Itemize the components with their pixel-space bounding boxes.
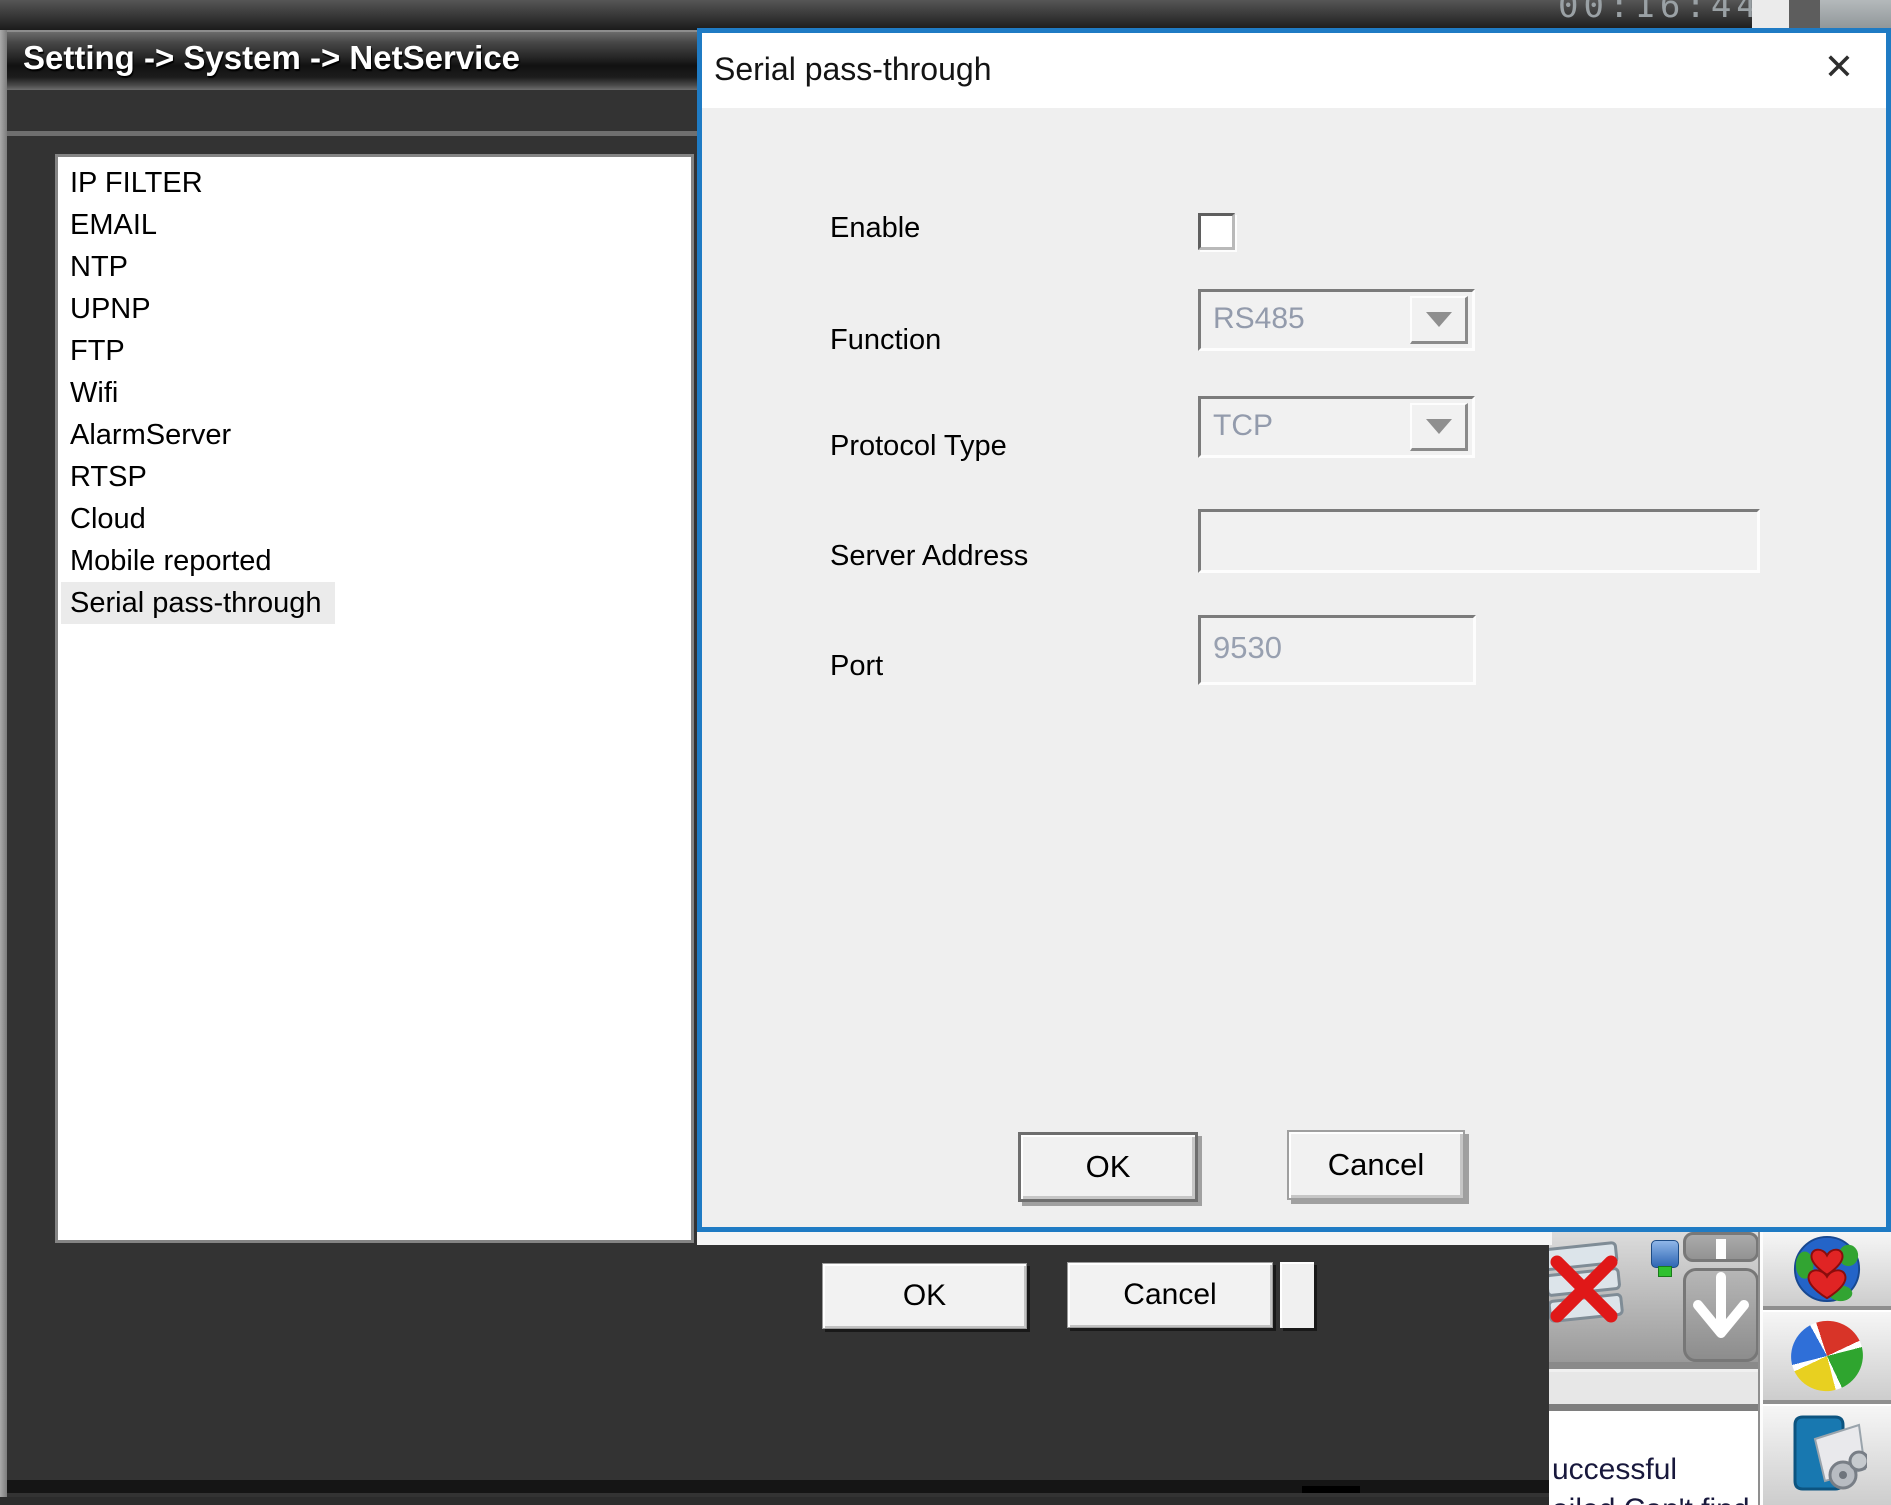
screen: 00:16:44 (0, 0, 1891, 1505)
window-ok-button[interactable]: OK (822, 1263, 1027, 1329)
serial-pass-through-dialog: Serial pass-through ✕ Enable Function RS… (697, 28, 1891, 1232)
dialog-cancel-button[interactable]: Cancel (1287, 1130, 1465, 1200)
protocol-type-label: Protocol Type (830, 430, 1007, 466)
server-address-label: Server Address (830, 540, 1028, 576)
settings-window-title: Setting -> System -> NetService (23, 39, 520, 77)
netservice-items: IP FILTER EMAIL NTP UPNP FTP Wifi AlarmS… (61, 162, 335, 624)
scroll-up-button[interactable] (1683, 1232, 1758, 1262)
list-item-email[interactable]: EMAIL (61, 204, 171, 246)
top-patch-dark (1789, 0, 1820, 30)
top-bar: 00:16:44 (0, 0, 1891, 30)
top-patch-light (1820, 0, 1891, 30)
device-list-error-icon (1549, 1236, 1629, 1328)
dialog-ok-button[interactable]: OK (1018, 1132, 1198, 1202)
list-item-mobile-reported[interactable]: Mobile reported (61, 540, 286, 582)
dialog-body: Enable Function RS485 Protocol Type TCP … (702, 108, 1886, 1227)
list-item-rtsp[interactable]: RTSP (61, 456, 161, 498)
protocol-type-value: TCP (1213, 409, 1273, 443)
app-icon-sidebar (1763, 1232, 1891, 1505)
protocol-dropdown-button[interactable] (1410, 403, 1468, 451)
function-dropdown-button[interactable] (1410, 296, 1468, 344)
toolbar-bottom-bevel (1549, 1362, 1758, 1372)
list-item-wifi[interactable]: Wifi (61, 372, 132, 414)
window-frame-line (7, 131, 697, 136)
protocol-type-select[interactable]: TCP (1198, 396, 1475, 458)
chevron-down-icon (1426, 312, 1452, 327)
dialog-titlebar[interactable]: Serial pass-through ✕ (702, 33, 1886, 108)
port-value: 9530 (1213, 630, 1282, 666)
server-address-input[interactable] (1198, 509, 1760, 573)
status-line-failed: ailed Can't find (1552, 1493, 1750, 1505)
list-item-cloud[interactable]: Cloud (61, 498, 160, 540)
window-cancel-button[interactable]: Cancel (1067, 1262, 1273, 1328)
statistics-icon-button[interactable] (1763, 1312, 1891, 1400)
enable-label: Enable (830, 212, 920, 248)
hearts-globe-icon (1792, 1234, 1862, 1304)
background-toolbar (1549, 1232, 1758, 1362)
dialog-bottom-edge (697, 1232, 1552, 1245)
partial-button-fragment[interactable] (1280, 1262, 1314, 1328)
port-label: Port (830, 650, 883, 686)
chevron-down-icon (1426, 419, 1452, 434)
function-select[interactable]: RS485 (1198, 289, 1475, 351)
list-item-upnp[interactable]: UPNP (61, 288, 165, 330)
download-arrow-button[interactable] (1683, 1268, 1758, 1362)
device-status-icon (1651, 1240, 1679, 1268)
clock-text: 00:16:44 (1558, 0, 1754, 30)
top-highlight-patch (1752, 0, 1789, 30)
function-label: Function (830, 324, 941, 360)
list-item-ip-filter[interactable]: IP FILTER (61, 162, 217, 204)
list-item-alarmserver[interactable]: AlarmServer (61, 414, 245, 456)
list-item-ntp[interactable]: NTP (61, 246, 142, 288)
pie-chart-icon (1782, 1312, 1872, 1401)
list-item-serial-pass-through[interactable]: Serial pass-through (61, 582, 335, 624)
status-line-success: uccessful (1552, 1453, 1677, 1487)
netservice-listbox[interactable]: IP FILTER EMAIL NTP UPNP FTP Wifi AlarmS… (55, 154, 694, 1243)
list-item-ftp[interactable]: FTP (61, 330, 139, 372)
enable-checkbox[interactable] (1198, 213, 1235, 250)
favorites-icon-button[interactable] (1763, 1232, 1891, 1306)
port-input[interactable]: 9530 (1198, 615, 1476, 685)
panel-strip (1549, 1372, 1758, 1404)
device-config-icon-button[interactable] (1763, 1406, 1891, 1505)
window-bottom-notch (1302, 1486, 1360, 1493)
dialog-title: Serial pass-through (714, 51, 991, 88)
panel-separator (1549, 1404, 1758, 1411)
status-log-area: uccessful ailed Can't find (1549, 1411, 1758, 1505)
close-icon[interactable]: ✕ (1824, 49, 1854, 85)
function-value: RS485 (1213, 302, 1305, 336)
down-arrow-icon (1686, 1271, 1756, 1359)
window-left-frame (0, 30, 7, 1497)
camera-gear-icon (1787, 1411, 1867, 1501)
